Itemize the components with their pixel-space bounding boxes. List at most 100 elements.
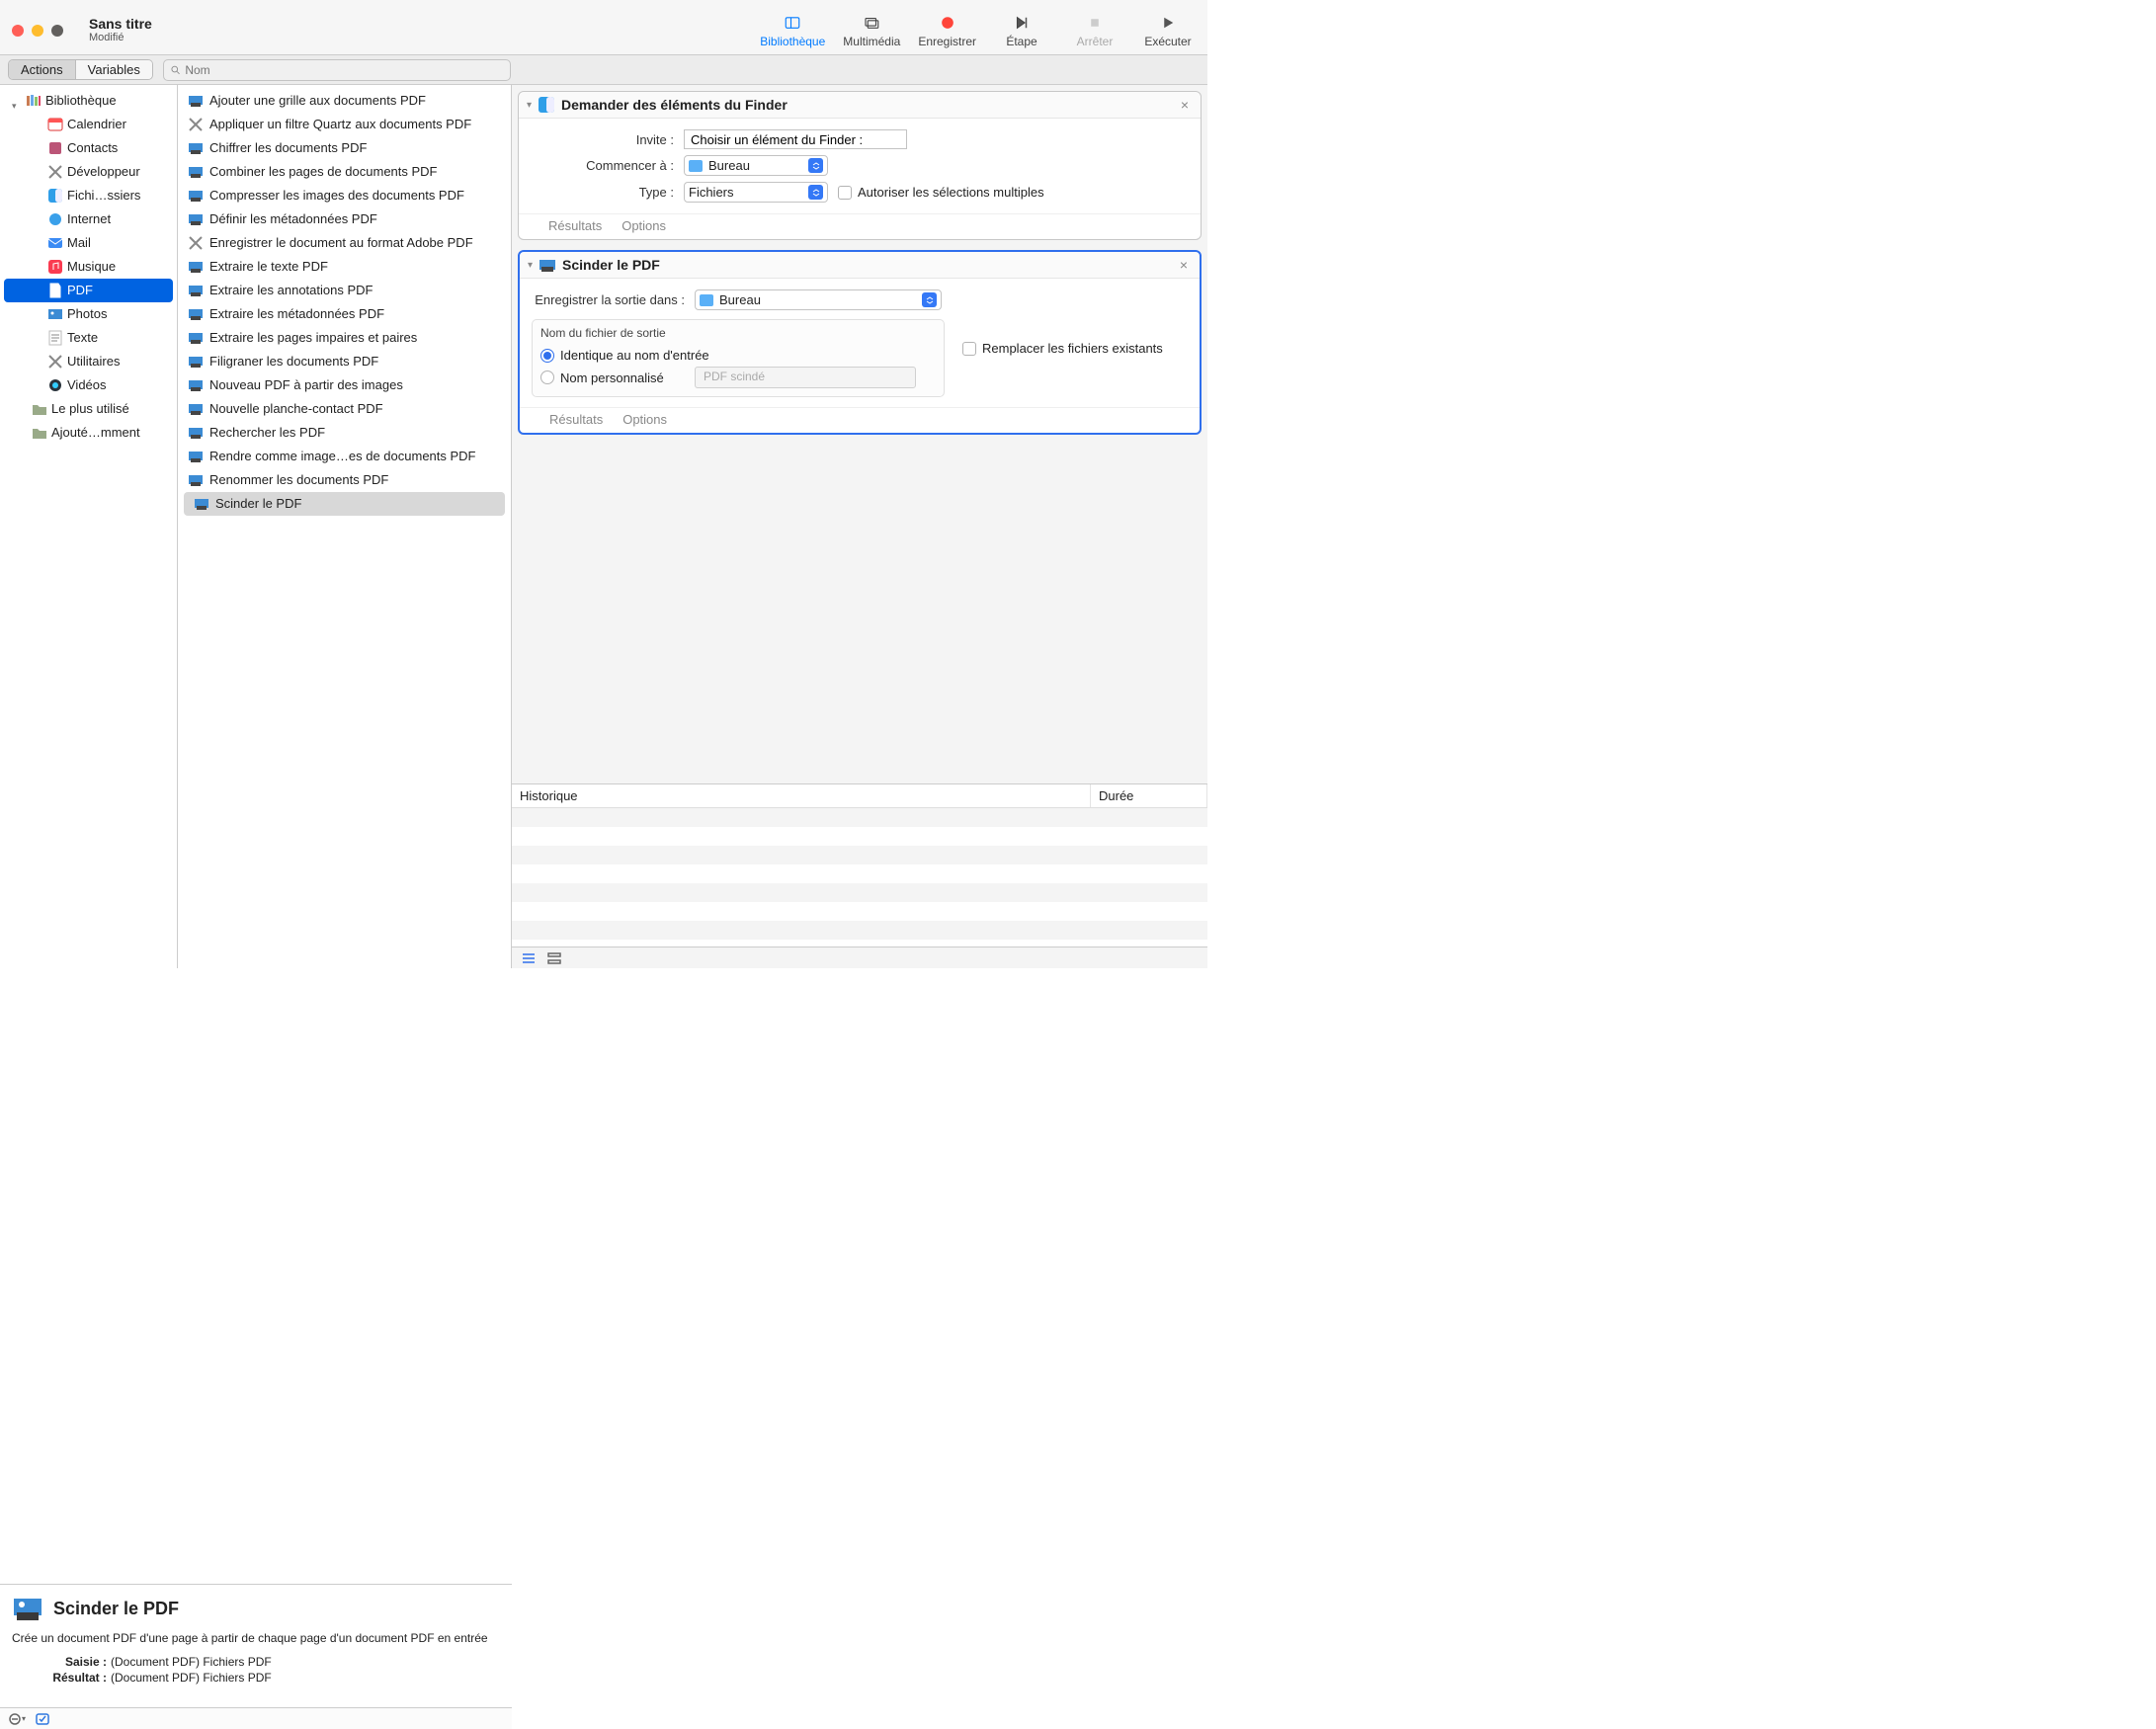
folder-icon [689, 160, 703, 172]
zoom-window-button[interactable] [51, 25, 63, 37]
action-list-item[interactable]: Appliquer un filtre Quartz aux documents… [178, 113, 511, 136]
action-list-item[interactable]: Nouveau PDF à partir des images [178, 373, 511, 397]
workflow-action-split-pdf[interactable]: ▾ Scinder le PDF × Enregistrer la sortie… [518, 250, 1202, 435]
action-list-item[interactable]: Rechercher les PDF [178, 421, 511, 445]
preview-app-icon [188, 330, 204, 346]
segment-variables[interactable]: Variables [75, 60, 152, 79]
action-list-item[interactable]: Enregistrer le document au format Adobe … [178, 231, 511, 255]
preview-app-icon [188, 283, 204, 298]
close-action-button[interactable]: × [1177, 97, 1193, 113]
music-icon [47, 259, 63, 275]
action-list-item[interactable]: Combiner les pages de documents PDF [178, 160, 511, 184]
minimize-window-button[interactable] [32, 25, 43, 37]
output-folder-label: Enregistrer la sortie dans : [532, 292, 685, 307]
media-icon [863, 14, 880, 32]
sidebar-item-developer[interactable]: Développeur [4, 160, 173, 184]
disclosure-triangle-icon[interactable]: ▾ [528, 260, 533, 271]
sidebar-most-used[interactable]: Le plus utilisé [4, 397, 173, 421]
toolbar-step-button[interactable]: Étape [994, 14, 1049, 48]
sidebar-item-text[interactable]: Texte [4, 326, 173, 350]
action-list-item[interactable]: Extraire les métadonnées PDF [178, 302, 511, 326]
search-field[interactable] [163, 59, 511, 81]
prompt-label: Invite : [531, 132, 674, 147]
sidebar-root-library[interactable]: ▾ Bibliothèque [4, 89, 173, 113]
history-col-duration[interactable]: Durée [1091, 784, 1207, 807]
action-list-item[interactable]: Compresser les images des documents PDF [178, 184, 511, 207]
preview-app-icon [194, 496, 209, 512]
allow-multi-checkbox[interactable]: Autoriser les sélections multiples [838, 185, 1044, 200]
search-input[interactable] [185, 63, 504, 77]
close-action-button[interactable]: × [1176, 257, 1192, 273]
text-icon [47, 330, 63, 346]
sidebar-item-calendar[interactable]: Calendrier [4, 113, 173, 136]
sidebar-item-mail[interactable]: Mail [4, 231, 173, 255]
results-tab[interactable]: Résultats [549, 412, 603, 427]
history-col-log[interactable]: Historique [512, 784, 1091, 807]
sidebar-item-music[interactable]: Musique [4, 255, 173, 279]
custom-name-input[interactable]: PDF scindé [695, 367, 916, 388]
action-list-item[interactable]: Filigraner les documents PDF [178, 350, 511, 373]
action-list-item[interactable]: Extraire le texte PDF [178, 255, 511, 279]
results-tab[interactable]: Résultats [548, 218, 602, 233]
options-tab[interactable]: Options [622, 218, 666, 233]
toolbar-record-button[interactable]: Enregistrer [918, 14, 976, 48]
radio-custom-name[interactable] [540, 370, 554, 384]
titlebar: Sans titre Modifié Bibliothèque Multiméd… [0, 0, 1207, 55]
type-select[interactable]: Fichiers [684, 182, 828, 203]
options-tab[interactable]: Options [622, 412, 667, 427]
disclosure-triangle-icon[interactable]: ▾ [12, 96, 22, 106]
finder-icon [538, 96, 555, 114]
context-menu-button[interactable]: ▾ [8, 1712, 26, 1726]
prompt-input[interactable] [684, 129, 907, 149]
stop-icon [1086, 14, 1104, 32]
action-list-item[interactable]: Extraire les annotations PDF [178, 279, 511, 302]
close-window-button[interactable] [12, 25, 24, 37]
sidebar-item-photos[interactable]: Photos [4, 302, 173, 326]
action-list-item[interactable]: Ajouter une grille aux documents PDF [178, 89, 511, 113]
sidebar-item-contacts[interactable]: Contacts [4, 136, 173, 160]
history-pane: Historique Durée [512, 783, 1207, 947]
replace-existing-checkbox[interactable]: Remplacer les fichiers existants [962, 341, 1163, 356]
action-list-item[interactable]: Scinder le PDF [184, 492, 505, 516]
action-list-item[interactable]: Renommer les documents PDF [178, 468, 511, 492]
workflow-action-ask-finder[interactable]: ▾ Demander des éléments du Finder × Invi… [518, 91, 1202, 240]
output-folder-select[interactable]: Bureau [695, 289, 942, 310]
preview-app-icon [188, 306, 204, 322]
workflow-canvas[interactable]: ▾ Demander des éléments du Finder × Invi… [512, 85, 1207, 783]
window-controls [12, 25, 63, 37]
secondary-toolbar: Actions Variables [0, 55, 1207, 85]
toolbar-library-button[interactable]: Bibliothèque [760, 14, 825, 48]
sidebar-item-files[interactable]: Fichi…ssiers [4, 184, 173, 207]
start-at-select[interactable]: Bureau [684, 155, 828, 176]
preview-app-icon [188, 93, 204, 109]
action-list-item[interactable]: Définir les métadonnées PDF [178, 207, 511, 231]
toolbar-run-button[interactable]: Exécuter [1140, 14, 1196, 48]
segment-actions[interactable]: Actions [9, 60, 75, 79]
chevron-updown-icon [922, 292, 937, 307]
history-row [512, 921, 1207, 940]
smart-folder-icon [32, 425, 47, 441]
action-list-item[interactable]: Extraire les pages impaires et paires [178, 326, 511, 350]
sidebar-item-videos[interactable]: Vidéos [4, 373, 173, 397]
view-list-button[interactable] [522, 951, 536, 965]
action-description-panel: Scinder le PDF Crée un document PDF d'un… [0, 1584, 512, 1707]
checkbox-icon [962, 342, 976, 356]
right-statusbar [512, 947, 1207, 968]
checklist-button[interactable] [36, 1712, 49, 1726]
folder-icon [700, 294, 713, 306]
main-area: ▾ Bibliothèque Calendrier Contacts Dével… [0, 85, 1207, 968]
action-list-item[interactable]: Rendre comme image…es de documents PDF [178, 445, 511, 468]
sidebar-item-pdf[interactable]: PDF [4, 279, 173, 302]
sidebar-recently-added[interactable]: Ajouté…mment [4, 421, 173, 445]
view-flow-button[interactable] [547, 951, 561, 965]
sidebar-item-utilities[interactable]: Utilitaires [4, 350, 173, 373]
output-name-group-title: Nom du fichier de sortie [540, 326, 936, 340]
toolbar-stop-button[interactable]: Arrêter [1067, 14, 1122, 48]
action-list-item[interactable]: Chiffrer les documents PDF [178, 136, 511, 160]
sidebar-item-internet[interactable]: Internet [4, 207, 173, 231]
action-list-item[interactable]: Nouvelle planche-contact PDF [178, 397, 511, 421]
chevron-updown-icon [808, 185, 823, 200]
disclosure-triangle-icon[interactable]: ▾ [527, 100, 532, 111]
radio-same-name[interactable] [540, 349, 554, 363]
toolbar-media-button[interactable]: Multimédia [843, 14, 900, 48]
